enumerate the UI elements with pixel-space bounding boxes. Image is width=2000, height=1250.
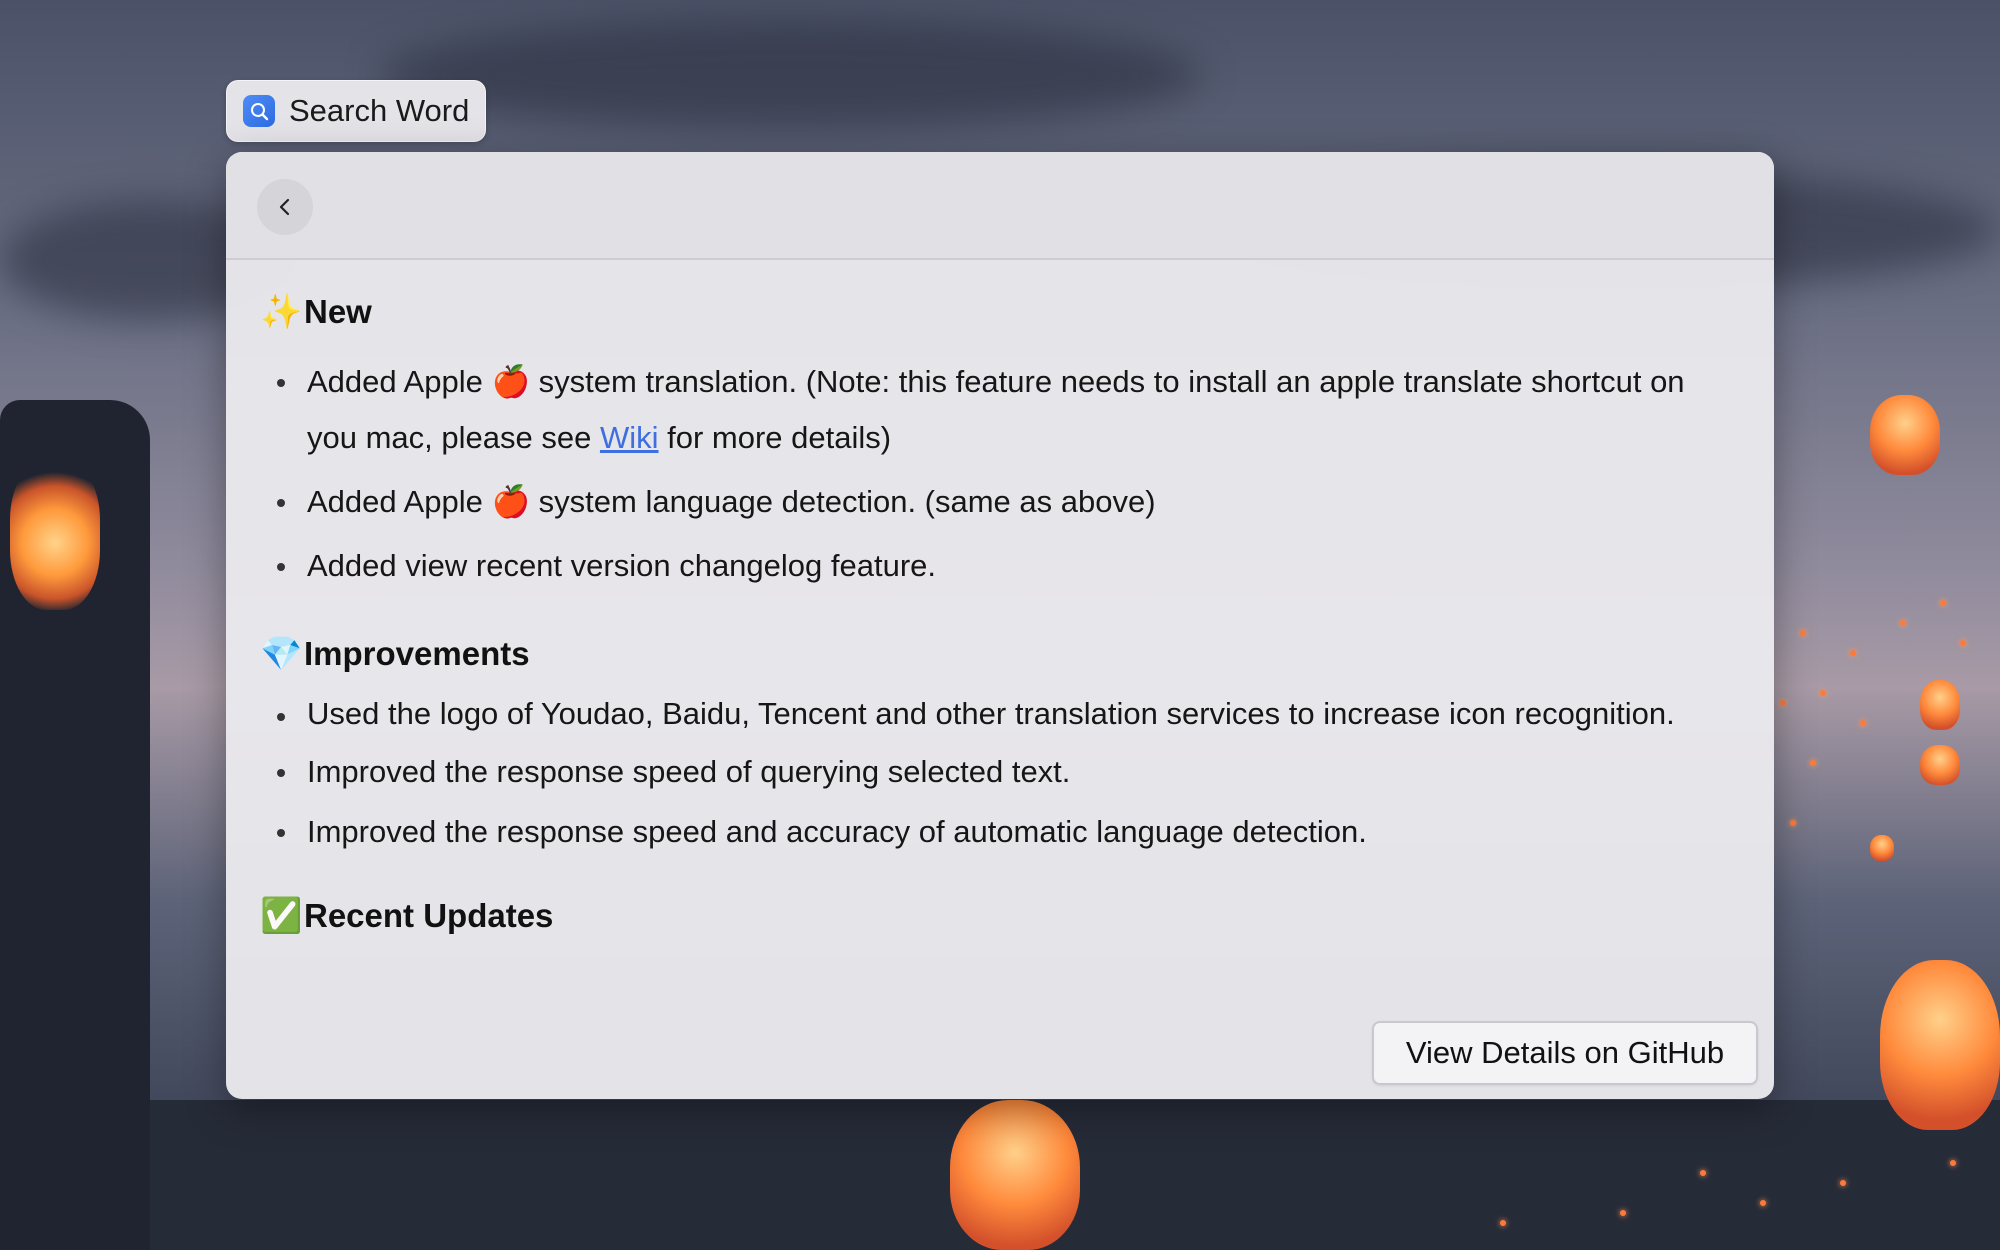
changelog-panel: ✨ New Added Apple 🍎 system translation. …: [226, 152, 1774, 1099]
list-item: Added Apple 🍎 system translation. (Note:…: [260, 354, 1740, 466]
search-word-app-icon: [243, 95, 275, 127]
improvements-list: Used the logo of Youdao, Baidu, Tencent …: [260, 688, 1740, 860]
section-title-label: New: [304, 293, 372, 330]
list-item: Improved the response speed and accuracy…: [260, 804, 1740, 860]
new-items-list: Added Apple 🍎 system translation. (Note:…: [260, 354, 1740, 594]
gem-icon: 💎: [260, 635, 303, 673]
list-item: Added Apple 🍎 system language detection.…: [260, 474, 1740, 530]
list-item: Improved the response speed of querying …: [260, 744, 1740, 800]
back-button[interactable]: [257, 179, 313, 235]
section-title-new: ✨ New: [260, 292, 1740, 332]
chip-label: Search Word: [289, 93, 470, 128]
sparkles-icon: ✨: [260, 293, 303, 331]
chevron-left-icon: [279, 198, 290, 216]
section-title-recent-updates: ✅ Recent Updates: [260, 896, 1740, 936]
search-word-chip[interactable]: Search Word: [226, 80, 486, 142]
wiki-link[interactable]: Wiki: [600, 420, 659, 455]
changelog-content: ✨ New Added Apple 🍎 system translation. …: [260, 260, 1740, 936]
list-item: Used the logo of Youdao, Baidu, Tencent …: [260, 688, 1740, 740]
check-mark-icon: ✅: [260, 897, 303, 935]
view-details-github-button[interactable]: View Details on GitHub: [1372, 1021, 1758, 1085]
section-title-label: Recent Updates: [304, 897, 554, 934]
list-item: Added view recent version changelog feat…: [260, 538, 1740, 594]
panel-header: [226, 152, 1774, 260]
section-title-label: Improvements: [304, 635, 530, 672]
section-title-improvements: 💎 Improvements: [260, 634, 1740, 674]
